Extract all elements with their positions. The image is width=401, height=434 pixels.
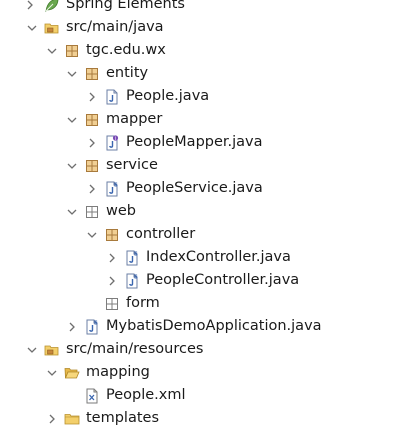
svg-text:S: S <box>94 320 98 326</box>
tree-item-file-people-xml[interactable]: People.xml <box>0 384 401 407</box>
project-explorer-tree: Spring Elements src/main/java tgc.edu.wx… <box>0 0 401 430</box>
chevron-right-icon[interactable] <box>46 407 58 430</box>
chevron-down-icon[interactable] <box>46 361 58 384</box>
spring-java-file-icon: S <box>104 177 120 200</box>
tree-item-file-peoplecontroller-java[interactable]: S PeopleController.java <box>0 269 401 292</box>
chevron-right-icon[interactable] <box>86 85 98 108</box>
chevron-right-icon[interactable] <box>24 0 36 16</box>
chevron-right-icon[interactable] <box>106 246 118 269</box>
chevron-down-icon[interactable] <box>26 338 38 361</box>
chevron-down-icon[interactable] <box>66 108 78 131</box>
tree-item-file-peoplemapper-java[interactable]: I PeopleMapper.java <box>0 131 401 154</box>
spring-java-file-icon: S <box>84 315 100 338</box>
package-icon <box>84 62 100 85</box>
tree-item-label: web <box>106 203 136 219</box>
tree-item-label: People.xml <box>106 387 186 403</box>
svg-text:S: S <box>134 274 138 280</box>
tree-item-label: People.java <box>126 88 210 104</box>
tree-item-label: Spring Elements <box>66 0 185 12</box>
package-icon <box>84 108 100 131</box>
tree-item-label: service <box>106 157 158 173</box>
tree-item-file-peopleservice-java[interactable]: S PeopleService.java <box>0 177 401 200</box>
tree-item-file-people-java[interactable]: People.java <box>0 85 401 108</box>
tree-item-package-controller[interactable]: controller <box>0 223 401 246</box>
tree-item-label: MybatisDemoApplication.java <box>106 318 322 334</box>
tree-item-label: form <box>126 295 160 311</box>
source-folder-icon <box>44 16 60 39</box>
tree-item-package-mapper[interactable]: mapper <box>0 108 401 131</box>
tree-item-label: mapping <box>86 364 150 380</box>
tree-item-folder-mapping[interactable]: mapping <box>0 361 401 384</box>
tree-item-label: PeopleMapper.java <box>126 134 263 150</box>
tree-item-label: entity <box>106 65 149 81</box>
chevron-right-icon[interactable] <box>86 131 98 154</box>
tree-item-label: PeopleController.java <box>146 272 300 288</box>
open-folder-icon <box>64 361 80 384</box>
xml-file-icon <box>84 384 100 407</box>
tree-item-label: mapper <box>106 111 163 127</box>
tree-item-folder-templates[interactable]: templates <box>0 407 401 430</box>
chevron-down-icon[interactable] <box>46 39 58 62</box>
tree-item-label: tgc.edu.wx <box>86 42 166 58</box>
package-icon <box>84 154 100 177</box>
tree-item-label: src/main/resources <box>66 341 204 357</box>
tree-item-label: templates <box>86 410 160 426</box>
spring-java-file-icon: S <box>124 269 140 292</box>
tree-item-label: src/main/java <box>66 19 164 35</box>
package-icon <box>104 223 120 246</box>
source-folder-icon <box>44 338 60 361</box>
java-file-icon <box>104 85 120 108</box>
tree-item-package-web[interactable]: web <box>0 200 401 223</box>
java-interface-file-icon: I <box>104 131 120 154</box>
tree-item-src-main-java[interactable]: src/main/java <box>0 16 401 39</box>
svg-text:S: S <box>134 251 138 257</box>
chevron-right-icon[interactable] <box>106 269 118 292</box>
svg-text:S: S <box>114 182 118 188</box>
tree-item-package-service[interactable]: service <box>0 154 401 177</box>
tree-item-src-main-resources[interactable]: src/main/resources <box>0 338 401 361</box>
chevron-down-icon[interactable] <box>66 200 78 223</box>
tree-item-package-tgc-edu-wx[interactable]: tgc.edu.wx <box>0 39 401 62</box>
chevron-down-icon[interactable] <box>86 223 98 246</box>
spring-java-file-icon: S <box>124 246 140 269</box>
empty-package-icon <box>104 292 120 315</box>
folder-icon <box>64 407 80 430</box>
tree-item-package-form[interactable]: form <box>0 292 401 315</box>
tree-item-package-entity[interactable]: entity <box>0 62 401 85</box>
chevron-down-icon[interactable] <box>66 62 78 85</box>
spring-leaf-icon <box>44 0 60 16</box>
svg-text:I: I <box>115 136 116 142</box>
tree-item-file-mybatisdemoapplication-java[interactable]: S MybatisDemoApplication.java <box>0 315 401 338</box>
chevron-down-icon[interactable] <box>66 154 78 177</box>
tree-item-label: PeopleService.java <box>126 180 263 196</box>
empty-package-icon <box>84 200 100 223</box>
tree-item-label: IndexController.java <box>146 249 291 265</box>
tree-item-label: controller <box>126 226 196 242</box>
chevron-right-icon[interactable] <box>86 177 98 200</box>
tree-item-file-indexcontroller-java[interactable]: S IndexController.java <box>0 246 401 269</box>
chevron-down-icon[interactable] <box>26 16 38 39</box>
tree-item-spring-elements[interactable]: Spring Elements <box>0 0 401 16</box>
package-icon <box>64 39 80 62</box>
chevron-right-icon[interactable] <box>66 315 78 338</box>
